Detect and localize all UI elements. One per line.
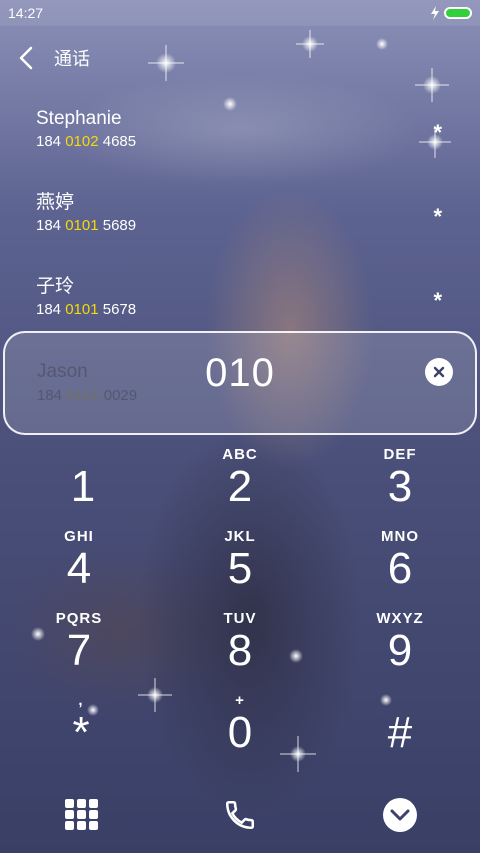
- key-letters: PQRS: [55, 610, 103, 627]
- charging-icon: [431, 6, 439, 20]
- toggle-keypad-button[interactable]: [57, 790, 107, 840]
- favorite-star-icon[interactable]: *: [433, 288, 442, 314]
- key-letters: DEF: [383, 446, 417, 463]
- bottom-action-bar: [0, 790, 480, 840]
- key-digit: 4: [66, 544, 92, 593]
- key-digit: 2: [227, 462, 253, 511]
- close-icon: [433, 366, 445, 378]
- status-time: 14:27: [8, 5, 44, 21]
- contact-item[interactable]: 燕婷 184 0101 5689 *: [0, 184, 480, 268]
- key-hash[interactable]: #: [340, 686, 460, 768]
- key-5[interactable]: JKL 5: [180, 522, 300, 604]
- contact-list: Stephanie 184 0102 4685 * 燕婷 184 0101 56…: [0, 100, 480, 352]
- contact-name: Stephanie: [36, 108, 122, 129]
- key-9[interactable]: WXYZ 9: [340, 604, 460, 686]
- key-digit: #: [387, 708, 413, 757]
- page-title: 通话: [54, 49, 90, 69]
- clear-button[interactable]: [425, 358, 453, 386]
- key-digit: 9: [387, 626, 413, 675]
- contact-name: 燕婷: [36, 192, 75, 213]
- status-bar: 14:27: [0, 0, 480, 26]
- contact-name: 子玲: [36, 276, 75, 297]
- key-3[interactable]: DEF 3: [340, 440, 460, 522]
- chevron-down-icon: [383, 798, 417, 832]
- key-6[interactable]: MNO 6: [340, 522, 460, 604]
- key-letters: ABC: [222, 446, 258, 463]
- contact-number: 184 0101 5689: [36, 217, 137, 234]
- key-letters: GHI: [64, 528, 94, 545]
- key-digit: 0: [227, 708, 253, 757]
- key-letters: +: [235, 692, 245, 709]
- key-digit: 6: [387, 544, 413, 593]
- back-button[interactable]: [4, 38, 48, 78]
- dial-input-box[interactable]: Jason 184 0101 0029 010: [3, 331, 477, 435]
- collapse-button[interactable]: [375, 790, 425, 840]
- key-letters: WXYZ: [376, 610, 424, 627]
- key-digit: 7: [66, 626, 92, 675]
- dialed-number: 010: [205, 351, 275, 395]
- contact-item[interactable]: Stephanie 184 0102 4685 *: [0, 100, 480, 184]
- phone-icon: [225, 800, 255, 830]
- contact-number: 184 0102 4685: [36, 133, 137, 150]
- key-0[interactable]: + 0: [180, 686, 300, 768]
- key-letters: JKL: [224, 528, 256, 545]
- key-star[interactable]: , *: [21, 686, 141, 768]
- chevron-left-icon: [19, 46, 33, 70]
- key-digit: *: [72, 708, 90, 757]
- favorite-star-icon[interactable]: *: [433, 120, 442, 146]
- key-4[interactable]: GHI 4: [19, 522, 139, 604]
- key-letters: TUV: [223, 610, 257, 627]
- battery-icon: [444, 7, 472, 19]
- call-button[interactable]: [215, 790, 265, 840]
- grid-icon: [65, 799, 98, 830]
- contact-number: 184 0101 5678: [36, 301, 137, 318]
- status-indicators: [430, 6, 472, 20]
- key-7[interactable]: PQRS 7: [19, 604, 139, 686]
- key-digit: 3: [387, 462, 413, 511]
- key-8[interactable]: TUV 8: [180, 604, 300, 686]
- key-digit: 1: [70, 462, 96, 511]
- key-letters: MNO: [381, 528, 419, 545]
- header: 通话: [0, 38, 480, 78]
- favorite-star-icon[interactable]: *: [433, 204, 442, 230]
- key-letters: ,: [78, 692, 84, 709]
- key-2[interactable]: ABC 2: [180, 440, 300, 522]
- key-digit: 5: [227, 544, 253, 593]
- key-digit: 8: [227, 626, 253, 675]
- key-1[interactable]: 1: [23, 440, 143, 522]
